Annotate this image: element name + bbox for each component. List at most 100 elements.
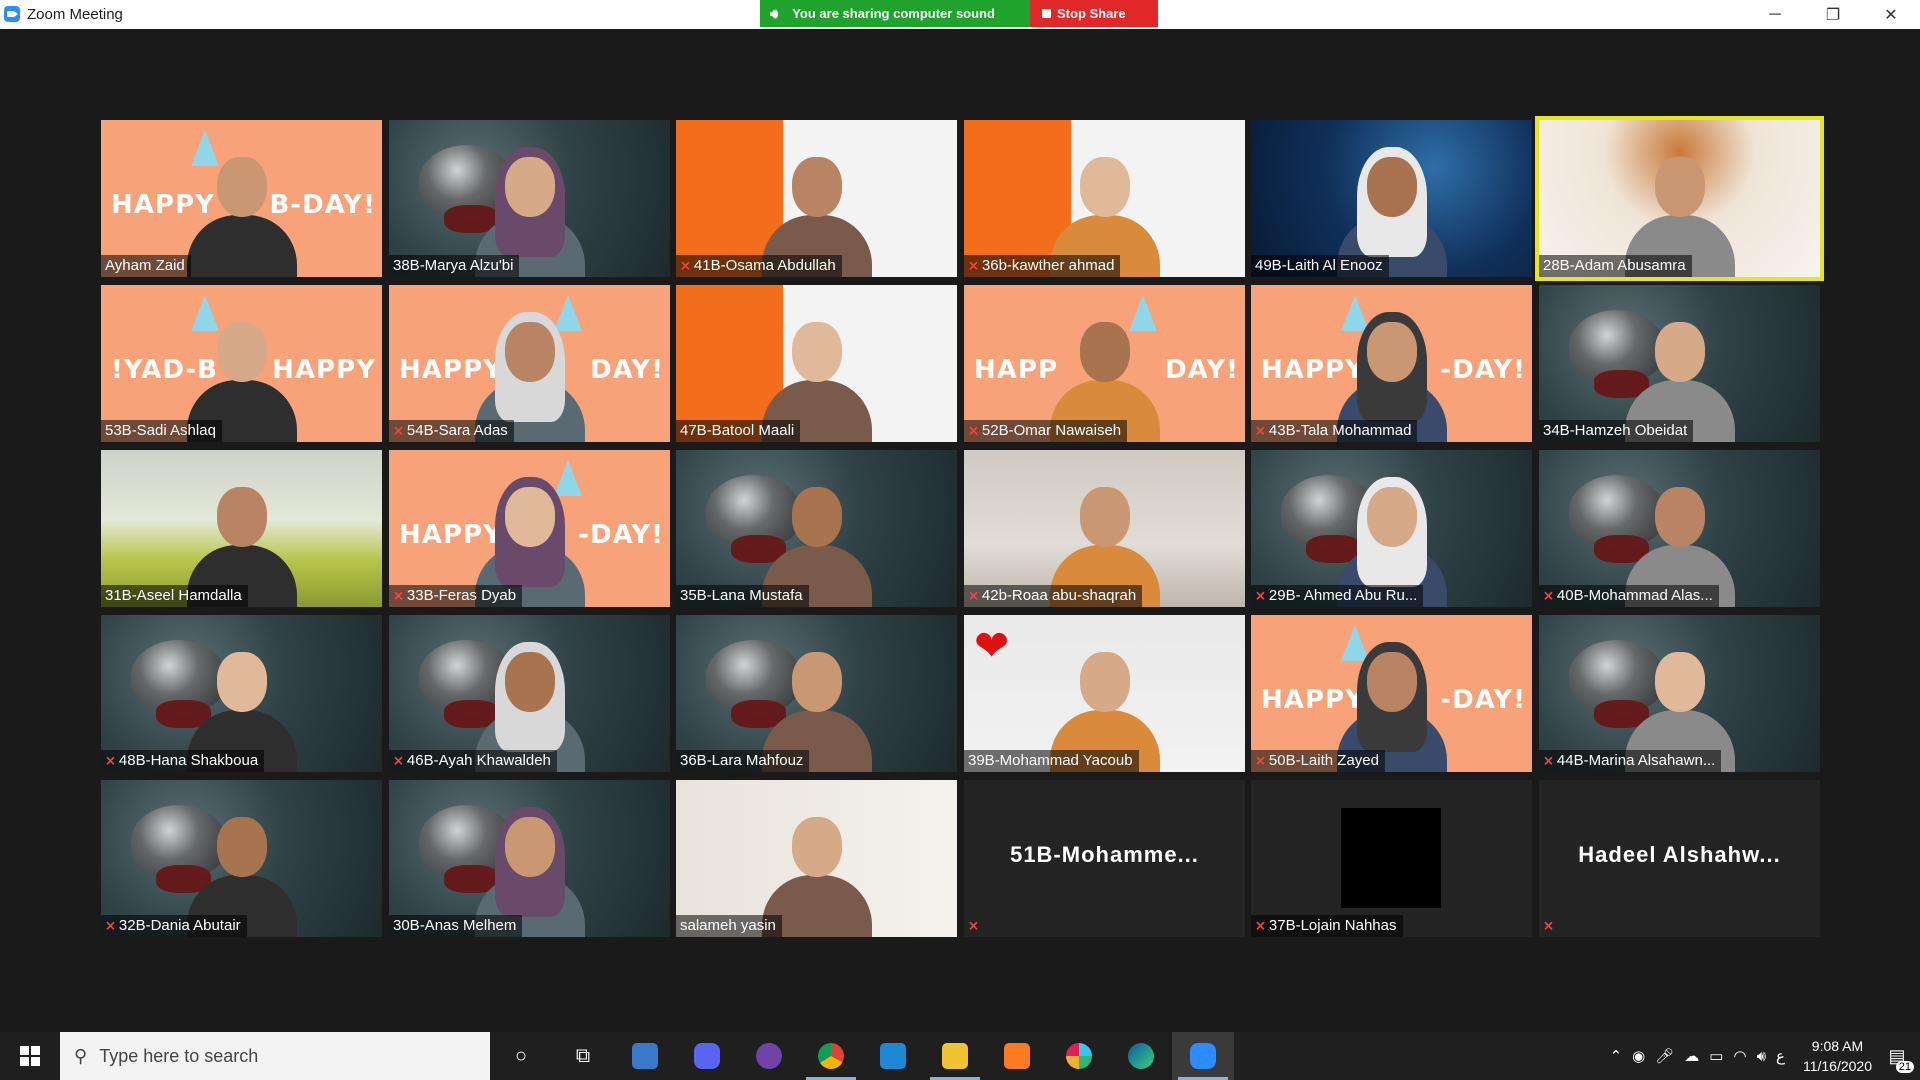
participant-video-tile[interactable]: ⨯ 41B-Osama Abdullah	[676, 120, 957, 277]
participant-name-label: ⨯ 37B-Lojain Nahhas	[1251, 915, 1403, 937]
stop-share-label: Stop Share	[1057, 6, 1126, 21]
participant-name: 34B-Hamzeh Obeidat	[1543, 422, 1688, 439]
participant-name-label: ⨯	[1539, 915, 1560, 937]
participant-name-label: ⨯	[964, 915, 985, 937]
participant-video-tile[interactable]: 31B-Aseel Hamdalla	[101, 450, 382, 607]
xampp-icon[interactable]	[986, 1032, 1048, 1080]
participant-video-tile[interactable]: 34B-Hamzeh Obeidat	[1539, 285, 1820, 442]
participant-video-tile[interactable]: ⨯ 46B-Ayah Khawaldeh	[389, 615, 670, 772]
microphone-icon[interactable]: 🎤︎	[1655, 1047, 1674, 1065]
start-button[interactable]	[0, 1032, 60, 1080]
participant-video-tile[interactable]: 36B-Lara Mahfouz	[676, 615, 957, 772]
zoom-taskbar-icon[interactable]	[1172, 1032, 1234, 1080]
clock[interactable]: 9:08 AM 11/16/2020	[1803, 1036, 1872, 1076]
task-view-icon[interactable]: ⧉	[552, 1032, 614, 1080]
participant-name-label: ⨯ 33B-Feras Dyab	[389, 585, 523, 607]
participant-video-tile[interactable]: 35B-Lana Mustafa	[676, 450, 957, 607]
cortana-icon[interactable]: ○	[490, 1032, 552, 1080]
speaker-icon: 🔊︎	[770, 5, 779, 21]
snipping-tool-icon[interactable]	[614, 1032, 676, 1080]
zoom-app-icon	[4, 6, 20, 22]
participant-name-label: ⨯ 54B-Sara Adas	[389, 420, 514, 442]
participant-name: Ayham Zaid	[105, 257, 185, 274]
participant-name: 35B-Lana Mustafa	[680, 587, 803, 604]
participant-video-tile[interactable]: 49B-Laith Al Enooz	[1251, 120, 1532, 277]
participant-video-tile[interactable]: Hadeel Alshahw... ⨯	[1539, 780, 1820, 937]
participant-video-tile[interactable]: ⨯ 32B-Dania Abutair	[101, 780, 382, 937]
sharing-sound-indicator[interactable]: 🔊︎ You are sharing computer sound	[760, 0, 1030, 27]
participant-video-tile[interactable]: ⨯ 36b-kawther ahmad	[964, 120, 1245, 277]
volume-icon[interactable]: 🔊︎	[1757, 1048, 1766, 1065]
vscode-icon[interactable]	[862, 1032, 924, 1080]
muted-microphone-icon: ⨯	[968, 588, 979, 603]
muted-microphone-icon: ⨯	[393, 423, 404, 438]
virtual-background-text: DAY!	[1165, 355, 1239, 385]
github-icon[interactable]	[738, 1032, 800, 1080]
participant-video-tile[interactable]: salameh yasin	[676, 780, 957, 937]
participant-video-tile[interactable]: !YAD-B HAPPY 53B-Sadi Ashlaq	[101, 285, 382, 442]
participant-video-tile[interactable]: ⨯ 37B-Lojain Nahhas	[1251, 780, 1532, 937]
input-language[interactable]: ع	[1776, 1047, 1785, 1065]
minimize-button[interactable]: ─	[1746, 0, 1804, 29]
muted-microphone-icon: ⨯	[968, 423, 979, 438]
stop-share-button[interactable]: Stop Share	[1030, 0, 1158, 27]
participant-name-label: 47B-Batool Maali	[676, 420, 801, 442]
participant-video-tile[interactable]: HAPPY B-DAY! Ayham Zaid	[101, 120, 382, 277]
participant-name: 36B-Lara Mahfouz	[680, 752, 804, 769]
participant-video-tile[interactable]: 28B-Adam Abusamra	[1535, 116, 1824, 281]
participant-video-tile[interactable]: HAPPY DAY! ⨯ 54B-Sara Adas	[389, 285, 670, 442]
discord-icon[interactable]	[676, 1032, 738, 1080]
participant-name-label: salameh yasin	[676, 915, 782, 937]
action-center-icon[interactable]: ▤ 21	[1882, 1041, 1914, 1073]
participant-name: 37B-Lojain Nahhas	[1268, 917, 1397, 934]
close-button[interactable]: ✕	[1862, 0, 1920, 29]
participant-name: 39B-Mohammad Yacoub	[968, 752, 1133, 769]
participant-video-tile[interactable]: HAPP DAY! ⨯ 52B-Omar Nawaiseh	[964, 285, 1245, 442]
restore-button[interactable]: ❐	[1804, 0, 1862, 29]
participant-video-tile[interactable]: HAPPY -DAY! ⨯ 50B-Laith Zayed	[1251, 615, 1532, 772]
participant-video-tile[interactable]: 38B-Marya Alzu'bi	[389, 120, 670, 277]
participant-name: 40B-Mohammad Alas...	[1556, 587, 1713, 604]
window-title: Zoom Meeting	[27, 6, 123, 23]
muted-microphone-icon: ⨯	[1255, 918, 1266, 933]
muted-microphone-icon: ⨯	[1255, 588, 1266, 603]
participant-name-label: 49B-Laith Al Enooz	[1251, 255, 1389, 277]
participant-name-label: ⨯ 44B-Marina Alsahawn...	[1539, 750, 1722, 772]
virtual-background-text: HAPP	[974, 355, 1058, 385]
participant-video-tile[interactable]: HAPPY -DAY! ⨯ 43B-Tala Mohammad	[1251, 285, 1532, 442]
participant-video-tile[interactable]: 30B-Anas Melhem	[389, 780, 670, 937]
participant-name-label: 30B-Anas Melhem	[389, 915, 523, 937]
edge-icon[interactable]	[1110, 1032, 1172, 1080]
participant-video-tile[interactable]: 47B-Batool Maali	[676, 285, 957, 442]
participant-video-tile[interactable]: ⨯ 40B-Mohammad Alas...	[1539, 450, 1820, 607]
windows-taskbar: ⚲ Type here to search ○ ⧉ ⌃ ◉ 🎤︎ ☁ ▭ ◠ 🔊…	[0, 1032, 1920, 1080]
participant-name-label: 53B-Sadi Ashlaq	[101, 420, 222, 442]
participant-video-tile[interactable]: ⨯ 42b-Roaa abu-shaqrah	[964, 450, 1245, 607]
battery-icon[interactable]: ▭	[1709, 1047, 1723, 1065]
participant-video-tile[interactable]: ⨯ 48B-Hana Shakboua	[101, 615, 382, 772]
participant-name: 41B-Osama Abdullah	[693, 257, 836, 274]
onedrive-icon[interactable]: ☁	[1684, 1047, 1699, 1065]
participant-video-tile[interactable]: 51B-Mohamme... ⨯	[964, 780, 1245, 937]
participant-name-label: 31B-Aseel Hamdalla	[101, 585, 248, 607]
participant-video-tile[interactable]: ⨯ 29B- Ahmed Abu Ru...	[1251, 450, 1532, 607]
participant-name: salameh yasin	[680, 917, 776, 934]
participant-name: 36b-kawther ahmad	[981, 257, 1115, 274]
participant-name-label: 28B-Adam Abusamra	[1539, 255, 1692, 277]
show-hidden-icons-icon[interactable]: ⌃	[1610, 1047, 1623, 1065]
participant-name: 28B-Adam Abusamra	[1543, 257, 1686, 274]
participant-center-name: 51B-Mohamme...	[1010, 842, 1199, 867]
participant-video-tile[interactable]: ⨯ 44B-Marina Alsahawn...	[1539, 615, 1820, 772]
taskbar-search-box[interactable]: ⚲ Type here to search	[60, 1032, 490, 1080]
slack-icon[interactable]	[1048, 1032, 1110, 1080]
notification-count: 21	[1895, 1061, 1914, 1073]
wifi-icon[interactable]: ◠	[1733, 1047, 1746, 1065]
file-explorer-icon[interactable]	[924, 1032, 986, 1080]
search-placeholder: Type here to search	[99, 1045, 259, 1066]
participant-video-tile[interactable]: HAPPY -DAY! ⨯ 33B-Feras Dyab	[389, 450, 670, 607]
participant-video-tile[interactable]: ❤ 39B-Mohammad Yacoub	[964, 615, 1245, 772]
participant-name: 52B-Omar Nawaiseh	[981, 422, 1122, 439]
muted-microphone-icon: ⨯	[680, 258, 691, 273]
chrome-icon[interactable]	[800, 1032, 862, 1080]
record-icon[interactable]: ◉	[1632, 1047, 1645, 1065]
